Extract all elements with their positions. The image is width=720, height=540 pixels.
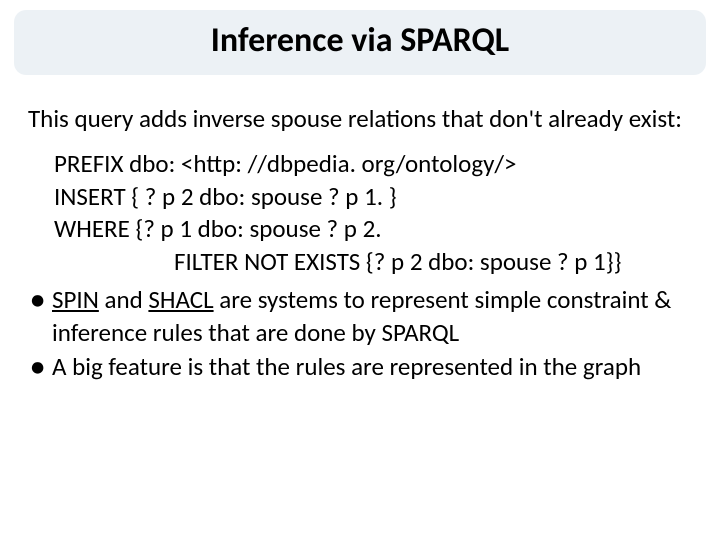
slide-title: Inference via SPARQL: [14, 20, 706, 61]
bullet-item-1: ● SPIN and SHACL are systems to represen…: [28, 284, 692, 349]
link-shacl: SHACL: [148, 284, 213, 315]
link-spin: SPIN: [52, 284, 99, 315]
bullet-text-2: A big feature is that the rules are repr…: [52, 351, 692, 384]
code-block: PREFIX dbo: <http: //dbpedia. org/ontolo…: [54, 148, 692, 278]
intro-text: This query adds inverse spouse relations…: [28, 103, 692, 134]
code-line-3: WHERE {? p 1 dbo: spouse ? p 2.: [54, 213, 692, 246]
title-bar: Inference via SPARQL: [14, 10, 706, 75]
code-line-4: FILTER NOT EXISTS {? p 2 dbo: spouse ? p…: [54, 246, 692, 279]
bullet-item-2: ● A big feature is that the rules are re…: [28, 351, 692, 384]
bullet-text-1: SPIN and SHACL are systems to represent …: [52, 284, 692, 349]
bullet-dot-icon: ●: [28, 284, 52, 349]
code-line-1: PREFIX dbo: <http: //dbpedia. org/ontolo…: [54, 148, 692, 181]
code-line-2: INSERT { ? p 2 dbo: spouse ? p 1. }: [54, 181, 692, 214]
bullet-list: ● SPIN and SHACL are systems to represen…: [28, 284, 692, 384]
bullet-text-1-and: and: [99, 284, 149, 315]
bullet-dot-icon: ●: [28, 351, 52, 384]
